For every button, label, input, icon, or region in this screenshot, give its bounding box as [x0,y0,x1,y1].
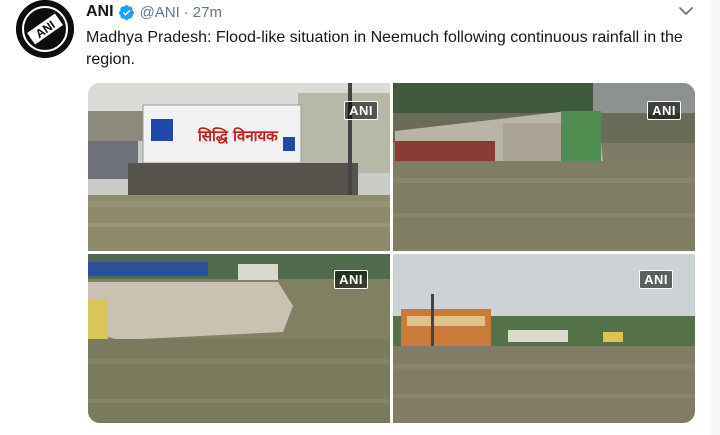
tweet[interactable]: ANI ANI @ANI · 27m Madhya Pradesh: Flood… [0,0,720,435]
ani-watermark: ANI [639,270,673,289]
ani-logo-icon: ANI [16,0,74,58]
ani-watermark: ANI [334,270,368,289]
ani-watermark: ANI [344,101,378,120]
ani-watermark: ANI [647,101,681,120]
photo-flooded-town[interactable]: ANI [393,254,695,423]
author-name[interactable]: ANI [86,3,114,21]
photo-covered-vehicle[interactable]: ANI [88,254,390,423]
tweet-timestamp[interactable]: 27m [193,4,222,21]
tweet-header: ANI @ANI · 27m [86,2,222,22]
photo-flooded-storefront[interactable]: सिद्धि विनायक ANI [88,83,390,251]
shop-sign-text: सिद्धि विनायक [197,127,279,145]
author-handle[interactable]: @ANI [140,4,180,21]
separator-dot: · [183,3,189,21]
tweet-text: Madhya Pradesh: Flood-like situation in … [86,29,683,68]
avatar[interactable]: ANI [16,0,74,58]
scrollbar-track[interactable] [711,0,720,435]
chevron-down-icon[interactable] [678,4,694,18]
media-grid: सिद्धि विनायक ANI ANI ANI ANI [88,83,695,423]
photo-submerged-truck[interactable]: ANI [393,83,695,251]
verified-badge-icon [118,4,134,20]
